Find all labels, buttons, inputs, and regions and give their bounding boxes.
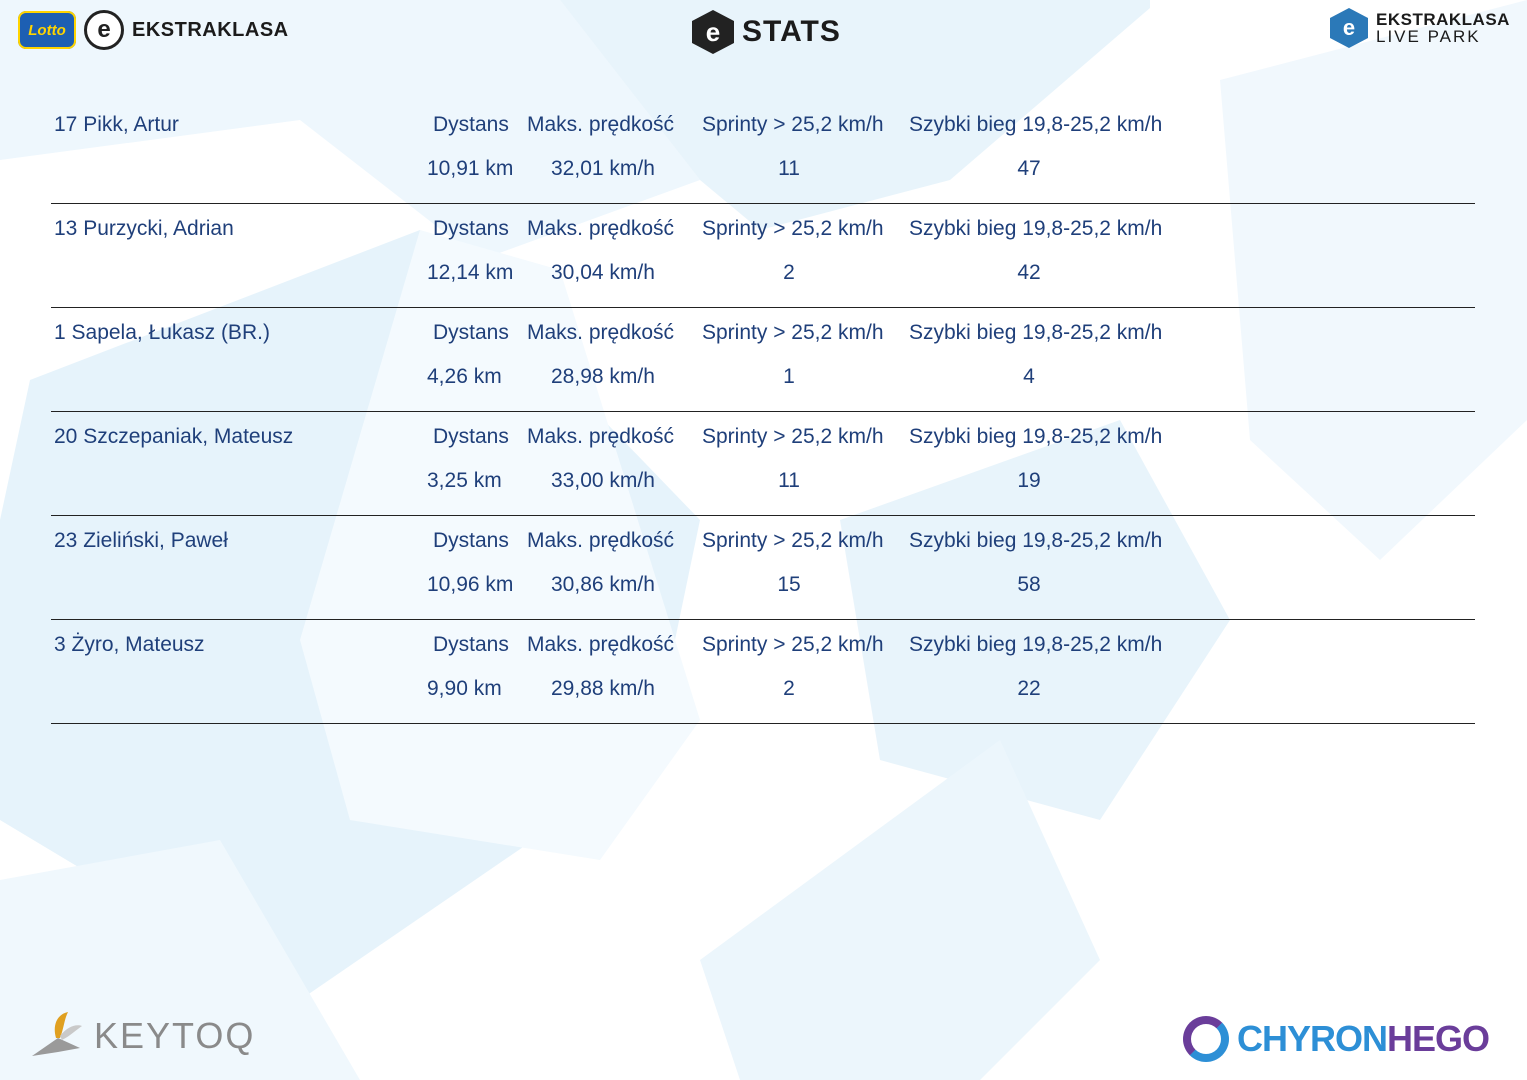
distance-value: 10,96 km (427, 573, 514, 596)
e-hexagon-icon: e (692, 10, 734, 54)
fast-run-value: 19 (1017, 469, 1041, 492)
distance-value: 3,25 km (427, 469, 502, 492)
sprints-header: Sprinty > 25,2 km/h (702, 321, 884, 344)
fast-run-header: Szybki bieg 19,8-25,2 km/h (909, 217, 1163, 240)
stats-title: STATS (742, 15, 841, 48)
player-name: 17 Pikk, Artur (54, 113, 179, 136)
distance-header: Dystans (433, 425, 509, 448)
fast-run-header: Szybki bieg 19,8-25,2 km/h (909, 425, 1163, 448)
lotto-badge: Lotto (18, 11, 76, 49)
max-speed-header: Maks. prędkość (527, 633, 675, 656)
max-speed-value: 28,98 km/h (551, 365, 655, 388)
sprints-header: Sprinty > 25,2 km/h (702, 113, 884, 136)
sprints-value: 2 (783, 261, 795, 284)
fast-run-value: 58 (1017, 573, 1041, 596)
max-speed-value: 33,00 km/h (551, 469, 655, 492)
keytoq-logo: KEYTOQ (28, 1008, 255, 1064)
player-name: 1 Sapela, Łukasz (BR.) (54, 321, 270, 344)
ekstraklasa-logo: Lotto e EKSTRAKLASA (18, 10, 289, 50)
player-row: 3 Żyro, Mateusz Dystans Maks. prędkość Spri… (51, 620, 1475, 724)
sprints-header: Sprinty > 25,2 km/h (702, 633, 884, 656)
player-row: 23 Zieliński, Paweł Dystans Maks. prędkość… (51, 516, 1475, 620)
player-stats-table: 17 Pikk, Artur Dystans Maks. prędkość Sprin… (51, 100, 1475, 724)
fast-run-header: Szybki bieg 19,8-25,2 km/h (909, 321, 1163, 344)
player-row: 17 Pikk, Artur Dystans Maks. prędkość Sprin… (51, 100, 1475, 204)
sprints-header: Sprinty > 25,2 km/h (702, 425, 884, 448)
max-speed-header: Maks. prędkość (527, 425, 675, 448)
max-speed-value: 32,01 km/h (551, 157, 655, 180)
max-speed-value: 30,04 km/h (551, 261, 655, 284)
distance-header: Dystans (433, 217, 509, 240)
distance-value: 9,90 km (427, 677, 502, 700)
chyronhego-ring-icon (1183, 1016, 1229, 1062)
player-name: 20 Szczepaniak, Mateusz (54, 425, 294, 448)
live-park-logo: e EKSTRAKLASA LIVE PARK (1330, 8, 1510, 48)
fast-run-value: 47 (1017, 157, 1041, 180)
player-name: 3 Żyro, Mateusz (54, 633, 205, 656)
fast-run-header: Szybki bieg 19,8-25,2 km/h (909, 529, 1163, 552)
player-name: 23 Zieliński, Paweł (54, 529, 228, 552)
max-speed-header: Maks. prędkość (527, 113, 675, 136)
sprints-value: 1 (783, 365, 795, 388)
sprints-header: Sprinty > 25,2 km/h (702, 217, 884, 240)
estats-logo: e STATS (692, 10, 841, 54)
sprints-value: 11 (778, 157, 800, 180)
sprints-value: 2 (783, 677, 795, 700)
chyronhego-logo: CHYRONHEGO (1183, 1016, 1490, 1062)
player-row: 20 Szczepaniak, Mateusz Dystans Maks. pręd… (51, 412, 1475, 516)
distance-value: 4,26 km (427, 365, 502, 388)
distance-header: Dystans (433, 113, 509, 136)
fast-run-value: 22 (1017, 677, 1041, 700)
keytoq-bird-icon (32, 1012, 82, 1056)
chyronhego-wordmark: CHYRONHEGO (1237, 1018, 1490, 1060)
max-speed-header: Maks. prędkość (527, 217, 675, 240)
fast-run-value: 4 (1023, 365, 1035, 388)
max-speed-header: Maks. prędkość (527, 529, 675, 552)
distance-header: Dystans (433, 633, 509, 656)
fast-run-header: Szybki bieg 19,8-25,2 km/h (909, 113, 1163, 136)
max-speed-value: 29,88 km/h (551, 677, 655, 700)
fast-run-header: Szybki bieg 19,8-25,2 km/h (909, 633, 1163, 656)
distance-header: Dystans (433, 529, 509, 552)
player-row: 13 Purzycki, Adrian Dystans Maks. prędkość… (51, 204, 1475, 308)
hego-text: HEGO (1387, 1018, 1490, 1059)
fast-run-value: 42 (1017, 261, 1041, 284)
keytoq-wordmark: KEYTOQ (94, 1015, 256, 1056)
sprints-header: Sprinty > 25,2 km/h (702, 529, 884, 552)
live-park-top-text: EKSTRAKLASA (1376, 10, 1510, 29)
distance-header: Dystans (433, 321, 509, 344)
chyron-text: CHYRON (1237, 1018, 1388, 1059)
live-park-hexagon-icon: e (1330, 8, 1368, 48)
sprints-value: 15 (777, 573, 801, 596)
distance-value: 10,91 km (427, 157, 514, 180)
max-speed-value: 30,86 km/h (551, 573, 655, 596)
max-speed-header: Maks. prędkość (527, 321, 675, 344)
ekstraklasa-ball-icon: e (84, 10, 124, 50)
distance-value: 12,14 km (427, 261, 514, 284)
league-name: EKSTRAKLASA (132, 18, 289, 41)
live-park-bottom-text: LIVE PARK (1376, 27, 1481, 46)
player-row: 1 Sapela, Łukasz (BR.) Dystans Maks. prędk… (51, 308, 1475, 412)
player-name: 13 Purzycki, Adrian (54, 217, 234, 240)
sprints-value: 11 (778, 469, 800, 492)
